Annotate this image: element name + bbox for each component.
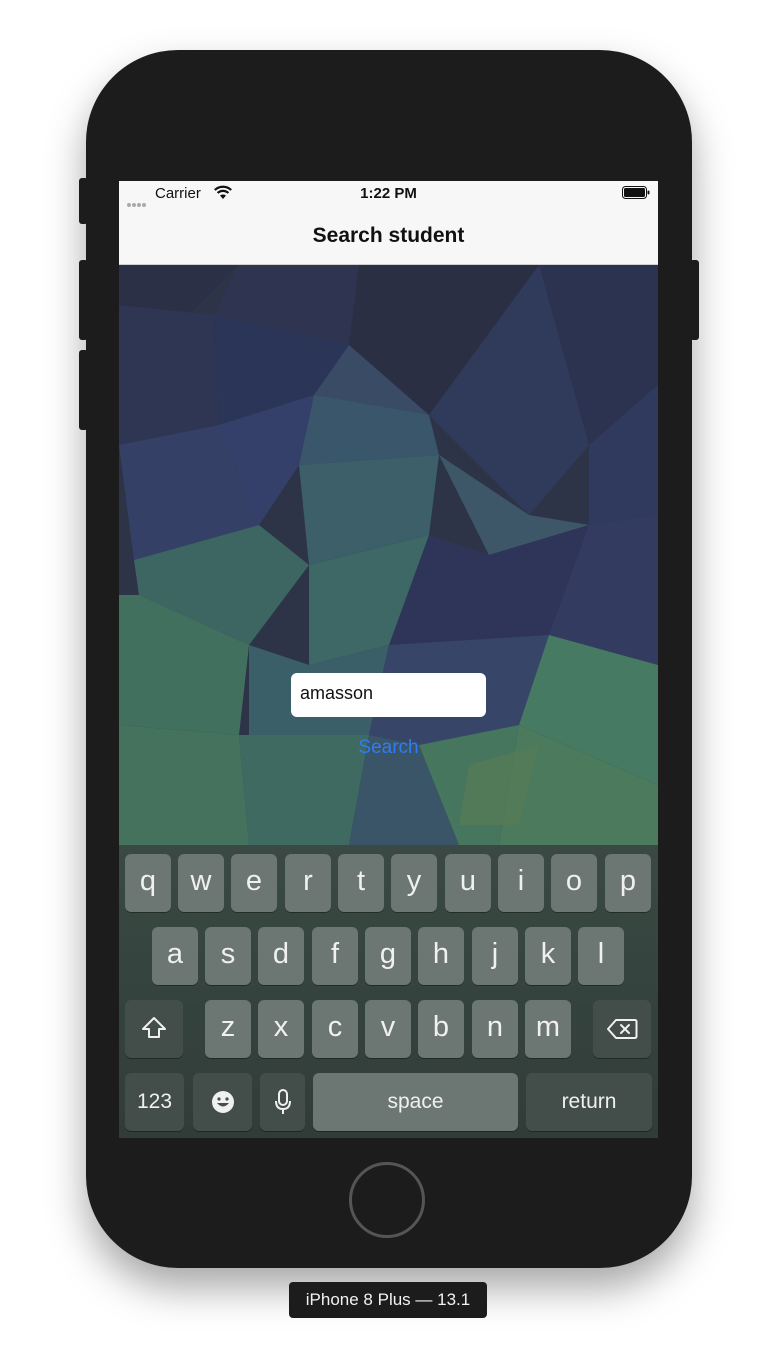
search-button[interactable]: Search: [291, 737, 486, 761]
space-key[interactable]: space: [313, 1073, 518, 1131]
battery-icon: [622, 186, 650, 199]
key-t[interactable]: t: [338, 854, 384, 912]
key-p[interactable]: p: [605, 854, 651, 912]
numbers-key[interactable]: 123: [125, 1073, 184, 1131]
search-input[interactable]: amasson: [291, 673, 486, 717]
key-x[interactable]: x: [258, 1000, 304, 1058]
key-l[interactable]: l: [578, 927, 624, 985]
mute-switch: [79, 178, 88, 224]
key-c[interactable]: c: [312, 1000, 358, 1058]
clock: 1:22 PM: [360, 185, 417, 202]
key-w[interactable]: w: [178, 854, 224, 912]
microphone-key[interactable]: [260, 1073, 305, 1131]
status-bar: Carrier 1:22 PM: [119, 181, 658, 207]
key-f[interactable]: f: [312, 927, 358, 985]
key-e[interactable]: e: [231, 854, 277, 912]
key-v[interactable]: v: [365, 1000, 411, 1058]
key-r[interactable]: r: [285, 854, 331, 912]
shift-icon: [142, 1017, 166, 1038]
emoji-icon: [211, 1091, 234, 1113]
page-title: Search student: [312, 224, 465, 247]
key-g[interactable]: g: [365, 927, 411, 985]
key-n[interactable]: n: [472, 1000, 518, 1058]
volume-up-button: [79, 260, 88, 340]
volume-down-button: [79, 350, 88, 430]
keyboard: q w e r t y u i o p a s d f g h j k l z …: [119, 845, 658, 1138]
key-q[interactable]: q: [125, 854, 171, 912]
key-s[interactable]: s: [205, 927, 251, 985]
key-h[interactable]: h: [418, 927, 464, 985]
home-button[interactable]: [349, 1162, 425, 1238]
navigation-bar: Search student: [119, 207, 658, 265]
key-a[interactable]: a: [152, 927, 198, 985]
key-m[interactable]: m: [525, 1000, 571, 1058]
key-k[interactable]: k: [525, 927, 571, 985]
screen: Carrier 1:22 PM Search student amasson S…: [119, 181, 658, 1138]
key-o[interactable]: o: [551, 854, 597, 912]
emoji-key[interactable]: [193, 1073, 252, 1131]
backspace-key[interactable]: [593, 1000, 651, 1058]
return-key[interactable]: return: [526, 1073, 652, 1131]
power-button: [690, 260, 699, 340]
key-j[interactable]: j: [472, 927, 518, 985]
device-label: iPhone 8 Plus — 13.1: [289, 1282, 487, 1318]
shift-key[interactable]: [125, 1000, 183, 1058]
key-u[interactable]: u: [445, 854, 491, 912]
key-y[interactable]: y: [391, 854, 437, 912]
key-d[interactable]: d: [258, 927, 304, 985]
key-z[interactable]: z: [205, 1000, 251, 1058]
microphone-icon: [274, 1089, 291, 1114]
key-i[interactable]: i: [498, 854, 544, 912]
backspace-icon: [607, 1019, 638, 1039]
key-b[interactable]: b: [418, 1000, 464, 1058]
background-area: amasson Search: [119, 265, 658, 845]
